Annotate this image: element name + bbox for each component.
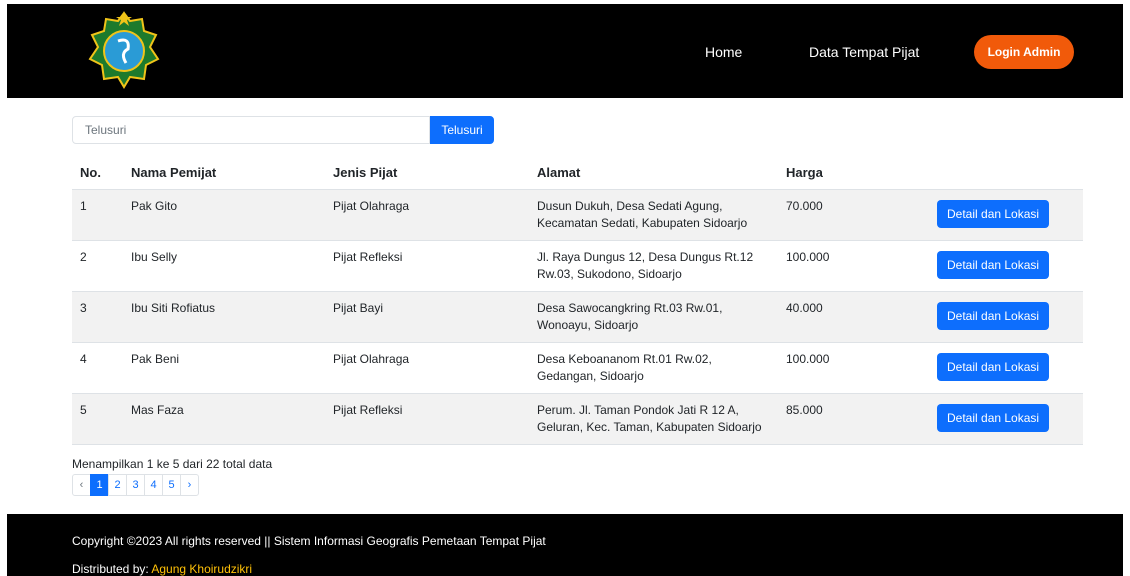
- pagination-page-2[interactable]: 2: [108, 474, 127, 496]
- header-action: [931, 157, 1083, 190]
- header-no: No.: [72, 157, 123, 190]
- data-table: No. Nama Pemijat Jenis Pijat Alamat Harg…: [72, 157, 1083, 445]
- cell-alamat: Perum. Jl. Taman Pondok Jati R 12 A, Gel…: [529, 393, 778, 445]
- footer-distributed: Distributed by: Agung Khoirudzikri: [72, 562, 252, 576]
- cell-nama: Pak Beni: [123, 342, 325, 394]
- search-input[interactable]: [72, 116, 430, 144]
- cell-alamat: Desa Sawocangkring Rt.03 Rw.01, Wonoayu,…: [529, 291, 778, 343]
- pagination-next[interactable]: ›: [180, 474, 199, 496]
- cell-jenis: Pijat Olahraga: [325, 189, 529, 241]
- footer-distributed-label: Distributed by:: [72, 562, 152, 576]
- pagination-page-4[interactable]: 4: [144, 474, 163, 496]
- cell-action: Detail dan Lokasi: [931, 189, 1083, 241]
- pagination-info: Menampilkan 1 ke 5 dari 22 total data: [72, 457, 273, 471]
- pagination-page-5[interactable]: 5: [162, 474, 181, 496]
- footer-author-link[interactable]: Agung Khoirudzikri: [151, 562, 252, 576]
- table-row: 5 Mas Faza Pijat Refleksi Perum. Jl. Tam…: [72, 393, 1083, 445]
- detail-lokasi-button[interactable]: Detail dan Lokasi: [937, 352, 1050, 381]
- detail-lokasi-button[interactable]: Detail dan Lokasi: [937, 403, 1050, 432]
- table-row: 1 Pak Gito Pijat Olahraga Dusun Dukuh, D…: [72, 189, 1083, 241]
- pagination-page-1[interactable]: 1: [90, 474, 109, 496]
- regency-emblem-logo[interactable]: [84, 9, 164, 89]
- pagination-prev[interactable]: ‹: [72, 474, 91, 496]
- footer-copyright: Copyright ©2023 All rights reserved || S…: [72, 534, 546, 548]
- detail-lokasi-button[interactable]: Detail dan Lokasi: [937, 301, 1050, 330]
- nav-home-link[interactable]: Home: [705, 44, 742, 60]
- table-header-row: No. Nama Pemijat Jenis Pijat Alamat Harg…: [72, 157, 1083, 190]
- pagination: ‹ 1 2 3 4 5 ›: [72, 474, 199, 496]
- cell-jenis: Pijat Olahraga: [325, 342, 529, 394]
- cell-no: 5: [72, 393, 123, 445]
- search-button[interactable]: Telusuri: [430, 116, 494, 144]
- login-admin-button[interactable]: Login Admin: [974, 35, 1074, 69]
- detail-lokasi-button[interactable]: Detail dan Lokasi: [937, 199, 1050, 228]
- cell-no: 4: [72, 342, 123, 394]
- header-jenis-pijat: Jenis Pijat: [325, 157, 529, 190]
- cell-nama: Ibu Siti Rofiatus: [123, 291, 325, 343]
- header-nama-pemijat: Nama Pemijat: [123, 157, 325, 190]
- cell-no: 3: [72, 291, 123, 343]
- cell-no: 1: [72, 189, 123, 241]
- table-row: 4 Pak Beni Pijat Olahraga Desa Keboanano…: [72, 342, 1083, 394]
- header-alamat: Alamat: [529, 157, 778, 190]
- cell-action: Detail dan Lokasi: [931, 393, 1083, 445]
- cell-alamat: Jl. Raya Dungus 12, Desa Dungus Rt.12 Rw…: [529, 240, 778, 292]
- navbar: Home Data Tempat Pijat Login Admin: [7, 4, 1123, 98]
- table-row: 3 Ibu Siti Rofiatus Pijat Bayi Desa Sawo…: [72, 291, 1083, 343]
- cell-jenis: Pijat Refleksi: [325, 240, 529, 292]
- cell-harga: 100.000: [778, 240, 931, 292]
- cell-jenis: Pijat Refleksi: [325, 393, 529, 445]
- cell-nama: Ibu Selly: [123, 240, 325, 292]
- table-row: 2 Ibu Selly Pijat Refleksi Jl. Raya Dung…: [72, 240, 1083, 292]
- cell-nama: Pak Gito: [123, 189, 325, 241]
- cell-alamat: Dusun Dukuh, Desa Sedati Agung, Kecamata…: [529, 189, 778, 241]
- cell-harga: 40.000: [778, 291, 931, 343]
- header-harga: Harga: [778, 157, 931, 190]
- cell-harga: 70.000: [778, 189, 931, 241]
- cell-no: 2: [72, 240, 123, 292]
- cell-nama: Mas Faza: [123, 393, 325, 445]
- cell-action: Detail dan Lokasi: [931, 342, 1083, 394]
- cell-action: Detail dan Lokasi: [931, 291, 1083, 343]
- nav-data-tempat-pijat-link[interactable]: Data Tempat Pijat: [809, 44, 919, 60]
- detail-lokasi-button[interactable]: Detail dan Lokasi: [937, 250, 1050, 279]
- footer: Copyright ©2023 All rights reserved || S…: [7, 514, 1123, 576]
- cell-action: Detail dan Lokasi: [931, 240, 1083, 292]
- cell-jenis: Pijat Bayi: [325, 291, 529, 343]
- cell-harga: 100.000: [778, 342, 931, 394]
- cell-alamat: Desa Keboananom Rt.01 Rw.02, Gedangan, S…: [529, 342, 778, 394]
- cell-harga: 85.000: [778, 393, 931, 445]
- pagination-page-3[interactable]: 3: [126, 474, 145, 496]
